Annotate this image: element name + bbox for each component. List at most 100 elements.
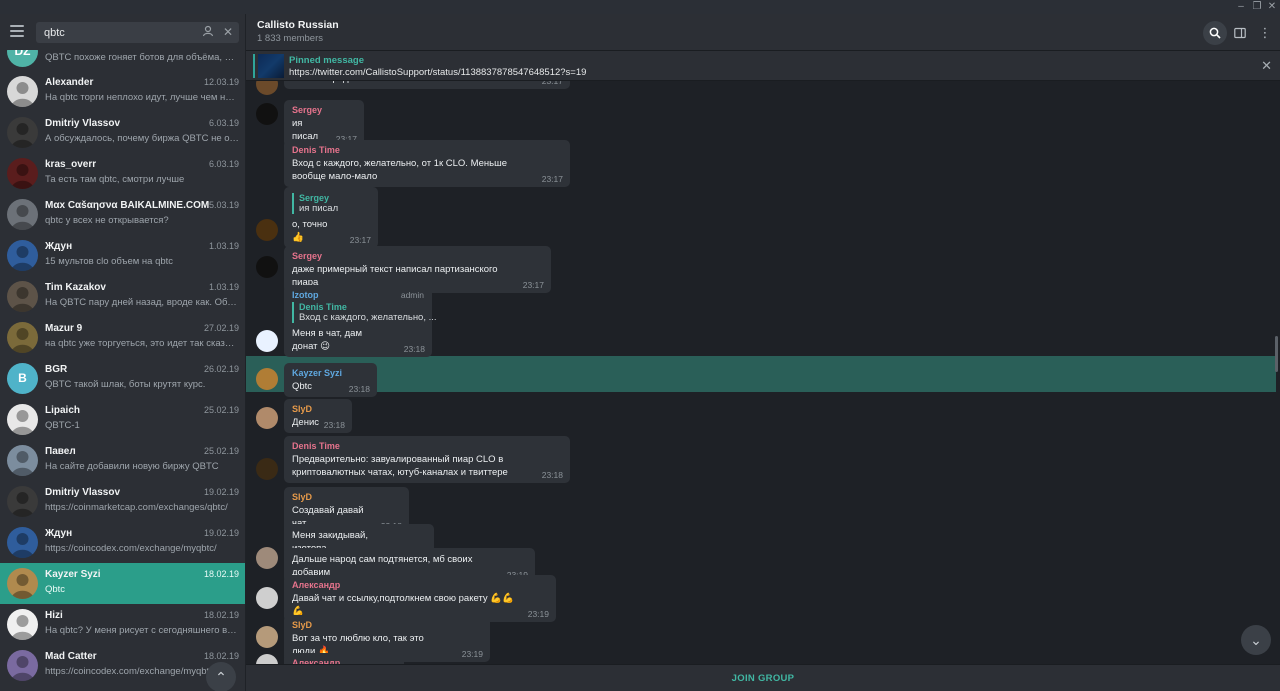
chat-preview: на qbtc уже торгуеться, это идет так ска… [45, 338, 239, 349]
search-icon[interactable] [1203, 21, 1227, 45]
chat-date: 6.03.19 [208, 118, 239, 128]
avatar: B [7, 363, 38, 394]
reply-quote[interactable]: Sergey ия писал [292, 193, 370, 214]
message-time: 23:18 [348, 384, 370, 394]
reply-quote[interactable]: Denis Time Вход с каждого, желательно, ..… [292, 302, 437, 323]
close-window-icon[interactable]: ✕ [1265, 0, 1279, 14]
scrollbar[interactable] [1275, 336, 1278, 372]
pinned-message[interactable]: Pinned message https://twitter.com/Calli… [246, 51, 1280, 81]
pinned-text: https://twitter.com/CallistoSupport/stat… [289, 67, 587, 78]
reply-text: Вход с каждого, желательно, ... [299, 312, 437, 323]
chat-date: 26.02.19 [203, 364, 239, 374]
message-author[interactable]: SlyD [292, 492, 401, 502]
avatar [7, 322, 38, 353]
message-avatar[interactable] [256, 654, 278, 664]
chat-list-item[interactable]: Alexander 12.03.19 На qbtc торги неплохо и… [0, 71, 245, 112]
member-count: 1 833 members [257, 33, 324, 44]
clear-search-icon[interactable]: ✕ [221, 25, 235, 39]
message-author[interactable]: Sergey [292, 251, 543, 261]
message-author[interactable]: SlyD [292, 404, 344, 414]
chat-preview: QBTC похоже гоняет ботов для объёма, все… [45, 52, 239, 63]
reply-author: Denis Time [299, 302, 347, 312]
chat-list-item[interactable]: kras_overr 6.03.19 Та есть там qbtc, смотр… [0, 153, 245, 194]
message-avatar[interactable] [256, 587, 278, 609]
chat-list-item[interactable]: Ждун 19.02.19 https://coincodex.com/exchan… [0, 522, 245, 563]
scroll-down-button[interactable]: ⌄ [1241, 625, 1271, 655]
message-avatar[interactable] [256, 407, 278, 429]
message-author[interactable]: SlyD [292, 620, 482, 630]
chat-list-item[interactable]: Lipaich 25.02.19 QBTC-1 [0, 399, 245, 440]
message-bubble[interactable]: Александр [284, 653, 404, 664]
chat-date: 19.02.19 [203, 487, 239, 497]
chat-preview: qbtc у всех не открывается? [45, 215, 169, 226]
chat-list-item[interactable]: Мαх Сαšαησνα BAIKALMINE.COM 5.03.19 qbtc у… [0, 194, 245, 235]
avatar [7, 76, 38, 107]
chat-list-item[interactable]: Dmitriy Vlassov 6.03.19 А обсуждалось, поч… [0, 112, 245, 153]
chat-list-item[interactable]: Tim Kazakov 1.03.19 На QBTC пару дней наза… [0, 276, 245, 317]
avatar-initials: B [18, 371, 27, 385]
message-author[interactable]: Denis Time [292, 441, 562, 451]
message-list: чат и вперёд.23:17Sergeyия писал23:17Den… [246, 81, 1280, 664]
message-avatar[interactable] [256, 458, 278, 480]
message-time: 23:17 [541, 81, 563, 86]
message-avatar[interactable] [256, 219, 278, 241]
chat-list-item[interactable]: Kayzer Syzi 18.02.19 Qbtc [0, 563, 245, 604]
chat-preview: А обсуждалось, почему биржа QBTC не отра… [45, 133, 239, 144]
message-avatar[interactable] [256, 368, 278, 390]
hamburger-menu-icon[interactable] [10, 25, 24, 37]
chat-list-item[interactable]: Mazur 9 27.02.19 на qbtc уже торгуеться, э… [0, 317, 245, 358]
message-bubble[interactable]: Sergey ия писал о, точно 👍 23:17 [284, 187, 378, 248]
chat-list-item[interactable]: Hizi 18.02.19 На qbtc? У меня рисует с сег… [0, 604, 245, 645]
group-title[interactable]: Callisto Russian [257, 19, 339, 31]
message-avatar[interactable] [256, 81, 278, 95]
more-options-icon[interactable]: ⋮ [1253, 21, 1277, 45]
chat-preview: https://coincodex.com/exchange/myqbtc/ [45, 543, 217, 554]
message-avatar[interactable] [256, 626, 278, 648]
join-group-button[interactable]: JOIN GROUP [246, 665, 1280, 691]
message-author[interactable]: Александр [292, 580, 548, 590]
chat-name: Мαх Сαšαησνα BAIKALMINE.COM [45, 200, 210, 211]
avatar [7, 568, 38, 599]
chat-name: Dmitriy Vlassov [45, 118, 121, 129]
pinned-thumbnail [258, 54, 284, 78]
message-author[interactable]: Denis Time [292, 145, 562, 155]
message-text: чат и вперёд. [292, 81, 562, 85]
sidebar-toggle-icon[interactable] [1228, 21, 1252, 45]
scroll-up-button[interactable]: ⌃ [206, 662, 236, 691]
chat-list-item[interactable]: B BGR 26.02.19 QBTC такой шлак, боты крутят… [0, 358, 245, 399]
reply-author: Sergey [299, 193, 330, 203]
chat-name: kras_overr [45, 159, 97, 170]
message-bubble[interactable]: Denis Time Вход с каждого, желательно, от… [284, 140, 570, 187]
message-bubble[interactable]: Izotop admin Denis Time Вход с каждого, жел… [284, 285, 437, 357]
message-time: 23:18 [403, 344, 425, 354]
search-box[interactable]: ✕ [36, 22, 239, 43]
chat-preview: На qbtc торги неплохо идут, лучше чем на… [45, 92, 239, 103]
message-author[interactable]: Sergey [292, 105, 356, 115]
chat-preview: На qbtc? У меня рисует с сегодняшнего ве… [45, 625, 239, 636]
message-avatar[interactable] [256, 256, 278, 278]
chat-name: Mad Catter [45, 651, 97, 662]
avatar [7, 650, 38, 681]
chat-list-item[interactable]: Ждун 1.03.19 15 мультов clo объем на qbtc [0, 235, 245, 276]
close-pinned-icon[interactable]: ✕ [1261, 58, 1272, 74]
message-bubble[interactable]: чат и вперёд.23:17 [284, 81, 570, 89]
chat-list-item[interactable]: Павел 25.02.19 На сайте добавили новую бир… [0, 440, 245, 481]
avatar [7, 199, 38, 230]
minimize-icon[interactable]: – [1234, 0, 1248, 14]
message-avatar[interactable] [256, 103, 278, 125]
message-author[interactable]: Kayzer Syzi [292, 368, 369, 378]
message-bubble[interactable]: Denis Time Предварительно: завуалированны… [284, 436, 570, 483]
message-bubble[interactable]: SlyD Денис 23:18 [284, 399, 352, 433]
chat-date: 18.02.19 [203, 610, 239, 620]
message-time: 23:19 [461, 649, 483, 659]
chat-date: 6.03.19 [208, 159, 239, 169]
message-time: 23:17 [522, 280, 544, 290]
maximize-icon[interactable]: ❐ [1250, 0, 1264, 14]
chat-list-item[interactable]: Dmitriy Vlassov 19.02.19 https://coinmarke… [0, 481, 245, 522]
message-avatar[interactable] [256, 330, 278, 352]
chat-name: Lipaich [45, 405, 81, 416]
user-filter-icon[interactable] [201, 25, 215, 39]
message-bubble[interactable]: Kayzer Syzi Qbtc 23:18 [284, 363, 377, 397]
message-avatar[interactable] [256, 547, 278, 569]
search-input[interactable] [44, 24, 184, 41]
